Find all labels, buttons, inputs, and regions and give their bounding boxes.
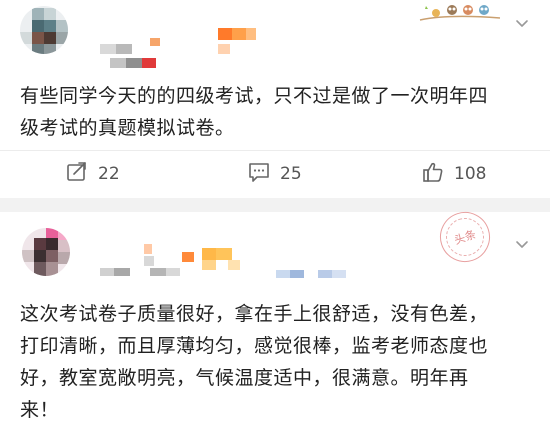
feed-separator	[0, 198, 550, 212]
username-redacted[interactable]	[94, 240, 374, 290]
chevron-down-icon[interactable]	[515, 16, 529, 30]
repost-icon	[66, 161, 88, 187]
chevron-down-icon[interactable]	[515, 237, 529, 251]
post-text-line: 来！	[20, 399, 60, 421]
action-bar: 22 25 108	[0, 151, 550, 197]
like-count: 108	[454, 164, 487, 184]
post-text-line: 级考试的真题模拟试卷。	[20, 117, 235, 139]
avatar[interactable]	[22, 228, 70, 276]
post-text-line: 这次考试卷子质量很好，拿在手上很舒适，没有色差，	[20, 303, 489, 325]
headline-stamp-icon: 头条	[433, 205, 497, 269]
avatar[interactable]	[20, 6, 68, 54]
post-card-1: 有些同学今天的的四级考试，只不过是做了一次明年四 级考试的真题模拟试卷。 22	[0, 0, 550, 198]
comment-count: 25	[280, 164, 302, 184]
owl-badge-icon	[418, 0, 502, 24]
post-text: 有些同学今天的的四级考试，只不过是做了一次明年四 级考试的真题模拟试卷。	[20, 80, 532, 144]
like-button[interactable]: 108	[422, 151, 486, 197]
post-text: 这次考试卷子质量很好，拿在手上很舒适，没有色差， 打印清晰，而且厚薄均匀，感觉很…	[20, 298, 532, 426]
post-text-line: 打印清晰，而且厚薄均匀，感觉很棒，监考老师态度也	[20, 335, 489, 357]
thumbs-up-icon	[422, 161, 444, 187]
repost-count: 22	[98, 164, 120, 184]
username-redacted[interactable]	[80, 22, 280, 72]
post-text-line: 好，教室宽敞明亮，气候温度适中，很满意。明年再	[20, 367, 469, 389]
post-card-2: 头条 这次考试卷子质量很好，拿在手上很舒适，没有色差， 打印清晰，而且厚薄均匀，…	[0, 205, 550, 429]
comment-button[interactable]: 25	[248, 151, 302, 197]
post-text-line: 有些同学今天的的四级考试，只不过是做了一次明年四	[20, 85, 489, 107]
repost-button[interactable]: 22	[66, 151, 120, 197]
comment-icon	[248, 161, 270, 187]
